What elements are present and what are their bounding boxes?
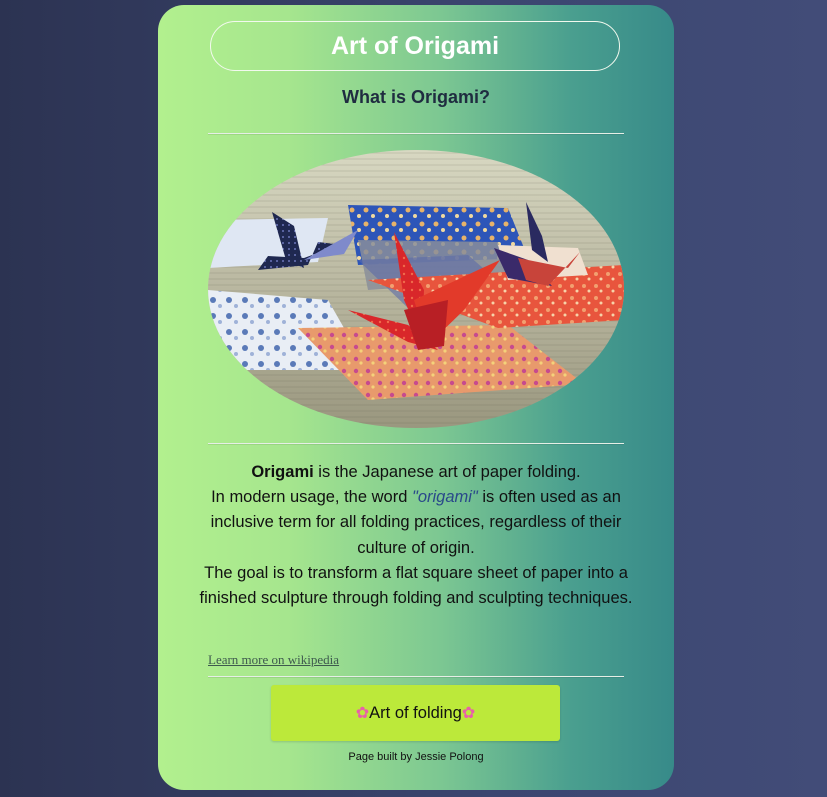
flower-icon: ✿: [355, 705, 370, 722]
art-of-folding-button[interactable]: ✿ Art of folding ✿: [271, 685, 560, 741]
description-line1: is the Japanese art of paper folding.: [313, 463, 581, 481]
description-line2-pre: In modern usage, the word: [211, 488, 412, 507]
page-subtitle: What is Origami?: [341, 87, 491, 107]
divider-top: [208, 133, 624, 134]
origami-cranes-image: [208, 150, 624, 428]
divider-bottom: [208, 676, 624, 677]
description: Origami is the Japanese art of paper fol…: [198, 460, 634, 611]
origami-quote: "origami": [411, 488, 478, 507]
origami-term: Origami: [251, 463, 314, 481]
main-card: Art of Origami What is Origami? Origami …: [158, 5, 674, 790]
footer-credit: Page built by Jessie Polong: [348, 751, 484, 763]
button-label: Art of folding: [369, 703, 462, 722]
flower-icon: ✿: [461, 705, 476, 722]
title-pill: Art of Origami: [210, 21, 620, 71]
page-title: Art of Origami: [330, 31, 500, 60]
wikipedia-link[interactable]: Learn more on wikipedia: [208, 652, 339, 668]
divider-middle: [208, 443, 624, 444]
description-line3: The goal is to transform a flat square s…: [199, 563, 633, 608]
